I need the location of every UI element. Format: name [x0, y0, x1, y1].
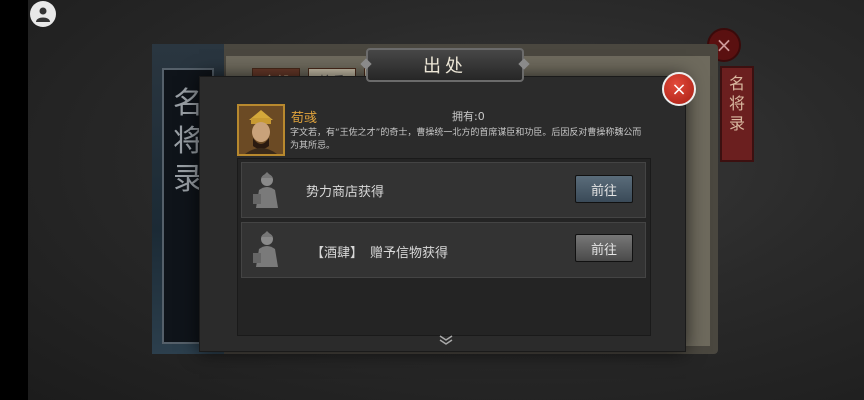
left-black-strip: [0, 0, 28, 400]
close-icon[interactable]: ×: [662, 72, 696, 106]
source-text: 赠予信物获得: [370, 246, 449, 261]
dialog-title-plate: 出处: [366, 48, 524, 82]
source-text: 势力商店获得: [306, 185, 385, 200]
dialog-title: 出处: [423, 56, 467, 77]
source-tag: 【酒肆】: [311, 246, 364, 261]
general-name: 荀彧: [291, 111, 318, 126]
soldier-icon: [250, 229, 284, 269]
go-button[interactable]: 前往: [575, 175, 633, 203]
owned-count: 拥有:0: [452, 110, 485, 123]
chevron-down-icon[interactable]: [438, 334, 454, 346]
general-description: 字文若，有“王佐之才”的奇士，曹操统一北方的首席谋臣和功臣。后因反对曹操称魏公而…: [290, 128, 642, 151]
general-portrait: [237, 104, 285, 156]
user-avatar-icon[interactable]: [30, 1, 56, 27]
go-button[interactable]: 前往: [575, 234, 633, 262]
soldier-icon: [250, 170, 284, 210]
right-side-label[interactable]: 名将录: [720, 66, 754, 162]
